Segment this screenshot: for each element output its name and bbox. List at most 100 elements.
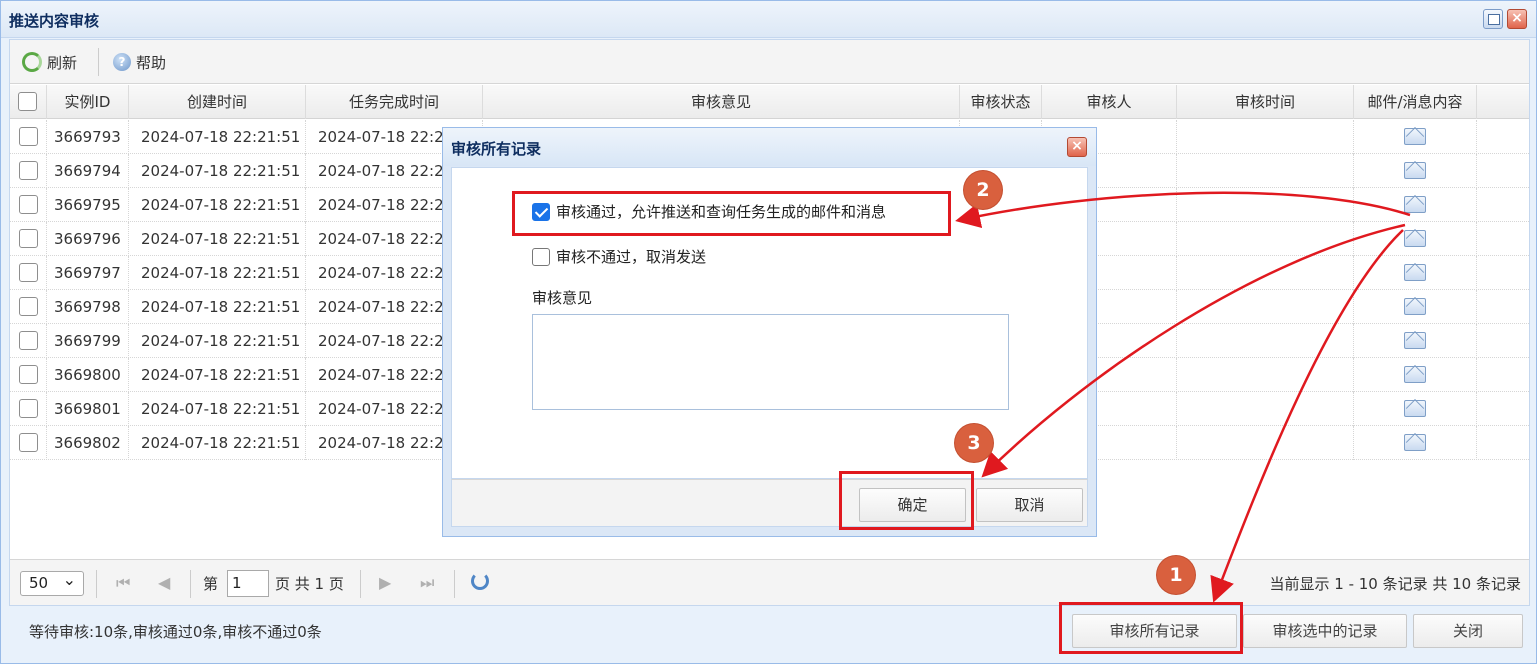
page-number-value: 1 (232, 574, 242, 592)
pager-divider (190, 570, 191, 598)
last-page-icon[interactable]: ⏭ (420, 573, 434, 593)
cell-audit-time (1177, 358, 1354, 392)
header-finished-time[interactable]: 任务完成时间 (306, 85, 483, 119)
help-label: 帮助 (136, 53, 167, 72)
cell-audit-time (1177, 120, 1354, 154)
dialog-close-icon[interactable]: × (1067, 137, 1087, 157)
row-checkbox[interactable] (19, 399, 38, 418)
row-checkbox[interactable] (19, 365, 38, 384)
dialog-title: 审核所有记录 (451, 140, 542, 158)
row-checkbox[interactable] (19, 229, 38, 248)
cell-created-time: 2024-07-18 22:21:51 (129, 392, 306, 426)
select-all-checkbox[interactable] (18, 92, 37, 111)
pager-divider (96, 570, 97, 598)
cell-created-time: 2024-07-18 22:21:51 (129, 120, 306, 154)
step-badge-2: 2 (964, 171, 1002, 209)
cell-audit-time (1177, 392, 1354, 426)
envelope-icon[interactable] (1404, 366, 1426, 383)
envelope-icon[interactable] (1404, 196, 1426, 213)
reject-checkbox[interactable] (532, 247, 550, 266)
cell-instance-id: 3669799 (47, 324, 129, 358)
row-select-cell (10, 188, 47, 222)
row-checkbox[interactable] (19, 127, 38, 146)
dialog-titlebar: 审核所有记录 × (443, 128, 1096, 166)
cell-created-time: 2024-07-18 22:21:51 (129, 358, 306, 392)
cell-instance-id: 3669796 (47, 222, 129, 256)
audit-summary: 等待审核:10条,审核通过0条,审核不通过0条 (29, 623, 322, 641)
row-select-cell (10, 392, 47, 426)
cell-created-time: 2024-07-18 22:21:51 (129, 324, 306, 358)
envelope-icon[interactable] (1404, 434, 1426, 451)
comment-label: 审核意见 (532, 289, 593, 307)
page-size-select[interactable]: 50 (20, 568, 84, 596)
step-badge-1: 1 (1157, 556, 1195, 594)
row-select-cell (10, 358, 47, 392)
header-mail-content[interactable]: 邮件/消息内容 (1354, 85, 1477, 119)
page-suffix: 页 共 1 页 (275, 575, 344, 593)
option-reject[interactable]: 审核不通过，取消发送 (532, 246, 706, 267)
next-page-icon[interactable]: ▶ (379, 573, 391, 592)
header-select-all[interactable] (10, 85, 47, 119)
cell-instance-id: 3669802 (47, 426, 129, 460)
highlight-approve-option (512, 191, 951, 236)
cell-created-time: 2024-07-18 22:21:51 (129, 256, 306, 290)
cell-created-time: 2024-07-18 22:21:51 (129, 426, 306, 460)
row-select-cell (10, 324, 47, 358)
page-info: 当前显示 1 - 10 条记录 共 10 条记录 (1269, 575, 1521, 593)
header-instance-id[interactable]: 实例ID (47, 85, 129, 119)
refresh-icon (22, 52, 42, 72)
close-button[interactable]: 关闭 (1413, 614, 1523, 648)
row-select-cell (10, 290, 47, 324)
cell-created-time: 2024-07-18 22:21:51 (129, 188, 306, 222)
header-audit-time[interactable]: 审核时间 (1177, 85, 1354, 119)
envelope-icon[interactable] (1404, 128, 1426, 145)
header-created-time[interactable]: 创建时间 (129, 85, 306, 119)
row-checkbox[interactable] (19, 433, 38, 452)
header-auditor[interactable]: 审核人 (1042, 85, 1177, 119)
page-number-input[interactable]: 1 (227, 570, 269, 597)
envelope-icon[interactable] (1404, 230, 1426, 247)
row-select-cell (10, 222, 47, 256)
step-badge-3: 3 (955, 424, 993, 462)
highlight-approve-all (1059, 602, 1243, 654)
cancel-button[interactable]: 取消 (976, 488, 1083, 522)
reload-icon[interactable] (471, 572, 489, 590)
first-page-icon[interactable]: ⏮ (116, 573, 130, 593)
toolbar: 刷新 ? 帮助 (10, 40, 1529, 84)
page-prefix: 第 (203, 575, 219, 593)
comment-textarea[interactable] (532, 314, 1009, 410)
grid-header: 实例ID 创建时间 任务完成时间 审核意见 审核状态 审核人 审核时间 邮件/消… (10, 85, 1529, 119)
header-audit-comment[interactable]: 审核意见 (483, 85, 960, 119)
cell-created-time: 2024-07-18 22:21:51 (129, 222, 306, 256)
toolbar-divider (98, 48, 99, 76)
window-titlebar: 推送内容审核 × (1, 1, 1536, 38)
row-checkbox[interactable] (19, 297, 38, 316)
row-checkbox[interactable] (19, 195, 38, 214)
refresh-button[interactable]: 刷新 (22, 50, 77, 74)
cell-audit-time (1177, 222, 1354, 256)
pager-divider (454, 570, 455, 598)
envelope-icon[interactable] (1404, 332, 1426, 349)
cell-instance-id: 3669795 (47, 188, 129, 222)
cell-audit-time (1177, 154, 1354, 188)
help-button[interactable]: ? 帮助 (113, 50, 166, 74)
close-icon[interactable]: × (1507, 9, 1527, 29)
prev-page-icon[interactable]: ◀ (158, 573, 170, 592)
envelope-icon[interactable] (1404, 162, 1426, 179)
envelope-icon[interactable] (1404, 400, 1426, 417)
highlight-ok-button (839, 471, 974, 530)
cell-audit-time (1177, 324, 1354, 358)
cell-audit-time (1177, 256, 1354, 290)
cell-instance-id: 3669797 (47, 256, 129, 290)
reject-label: 审核不通过，取消发送 (556, 248, 707, 266)
row-checkbox[interactable] (19, 263, 38, 282)
envelope-icon[interactable] (1404, 264, 1426, 281)
maximize-icon[interactable] (1483, 9, 1503, 29)
row-checkbox[interactable] (19, 161, 38, 180)
cell-instance-id: 3669794 (47, 154, 129, 188)
row-checkbox[interactable] (19, 331, 38, 350)
cell-created-time: 2024-07-18 22:21:51 (129, 154, 306, 188)
header-audit-status[interactable]: 审核状态 (960, 85, 1042, 119)
approve-selected-button[interactable]: 审核选中的记录 (1243, 614, 1407, 648)
envelope-icon[interactable] (1404, 298, 1426, 315)
